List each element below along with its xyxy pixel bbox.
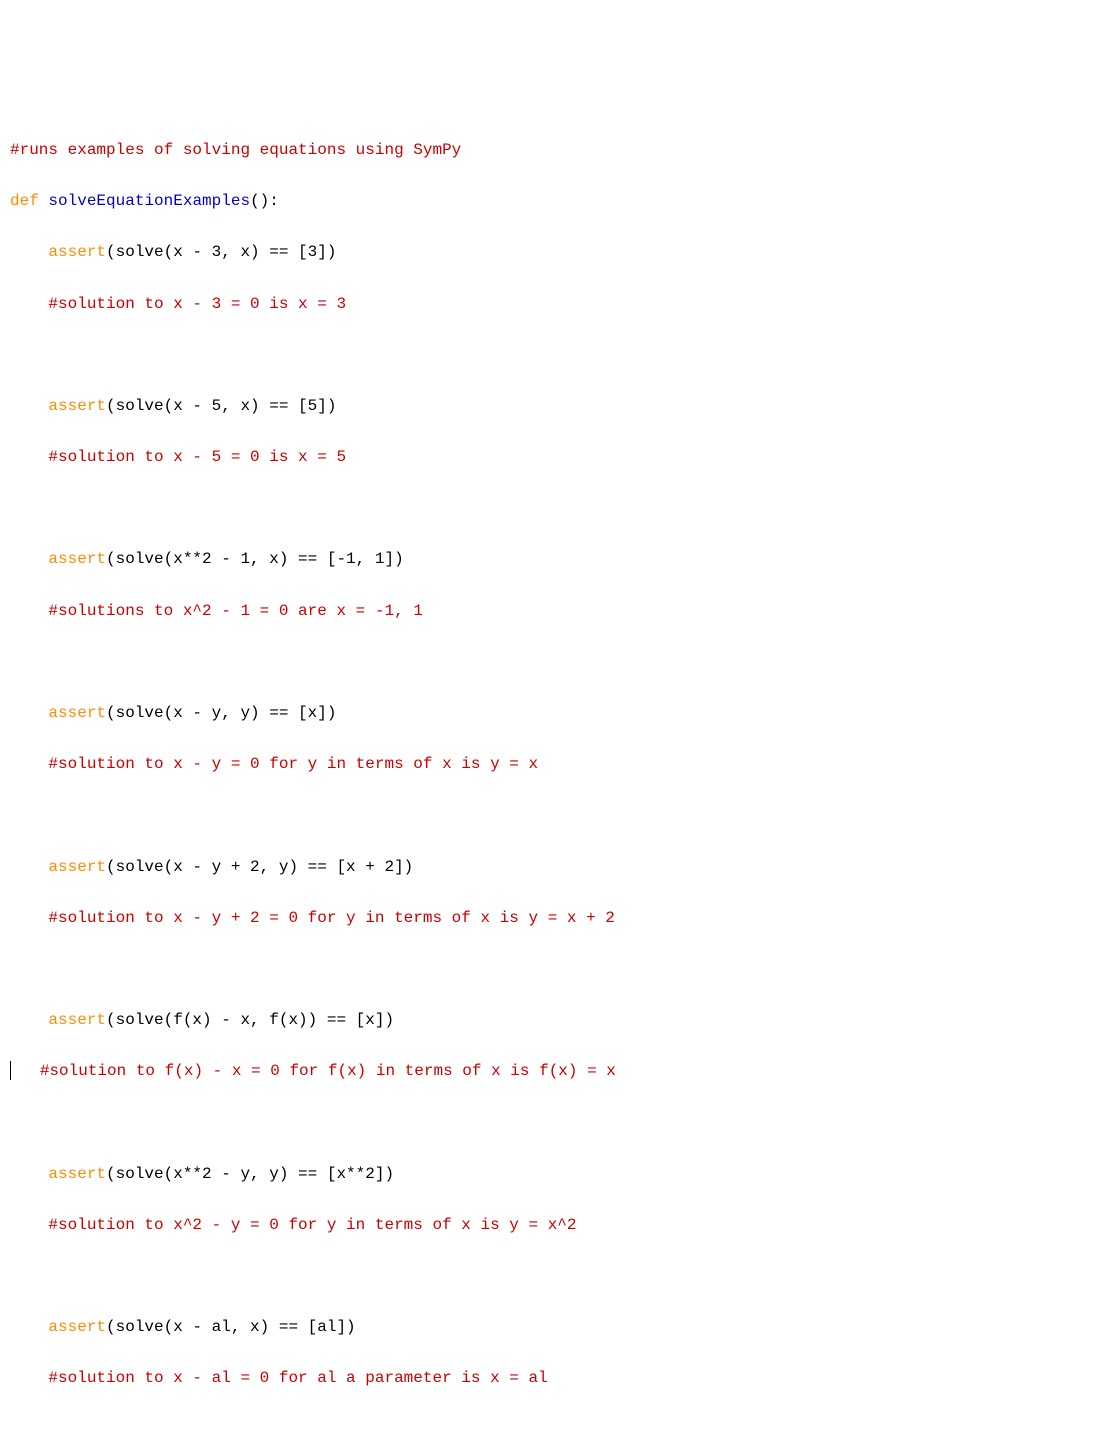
code-line: assert(solve(x**2 - 1, x) == [-1, 1]) — [10, 547, 1100, 573]
keyword-assert: assert — [48, 1318, 106, 1336]
keyword-assert: assert — [48, 397, 106, 415]
code-line: #solutions to x^2 - 1 = 0 are x = -1, 1 — [10, 599, 1100, 625]
code-line: assert(solve(x - 3, x) == [3]) — [10, 240, 1100, 266]
keyword-assert: assert — [48, 243, 106, 261]
comment-text: #solution to x - y = 0 for y in terms of… — [48, 755, 538, 773]
keyword-def: def — [10, 192, 39, 210]
code-text: (solve(x**2 - y, y) == [x**2]) — [106, 1165, 394, 1183]
code-line: #solution to x - y = 0 for y in terms of… — [10, 752, 1100, 778]
keyword-assert: assert — [48, 858, 106, 876]
code-text: (solve(x**2 - 1, x) == [-1, 1]) — [106, 550, 404, 568]
code-line: #solution to x - al = 0 for al a paramet… — [10, 1366, 1100, 1392]
comment-text: #solution to x - y + 2 = 0 for y in term… — [48, 909, 615, 927]
code-line: def solveEquationExamples(): — [10, 189, 1100, 215]
comment-text: #solution to f(x) - x = 0 for f(x) in te… — [40, 1062, 616, 1080]
code-line: assert(solve(x**2 - y, y) == [x**2]) — [10, 1162, 1100, 1188]
code-line: assert(solve(x - 5, x) == [5]) — [10, 394, 1100, 420]
code-text: (solve(x - 3, x) == [3]) — [106, 243, 336, 261]
code-line: assert(solve(f(x) - x, f(x)) == [x]) — [10, 1008, 1100, 1034]
code-line — [10, 343, 1100, 369]
comment-text: #solution to x - 5 = 0 is x = 5 — [48, 448, 346, 466]
code-text: (solve(x - y + 2, y) == [x + 2]) — [106, 858, 413, 876]
code-line: #solution to x - 3 = 0 is x = 3 — [10, 292, 1100, 318]
comment-text: #solutions to x^2 - 1 = 0 are x = -1, 1 — [48, 602, 422, 620]
code-line: assert(solve(x - y, y) == [x]) — [10, 701, 1100, 727]
code-line: assert(solve(x - al, x) == [al]) — [10, 1315, 1100, 1341]
comment-text: #solution to x - al = 0 for al a paramet… — [48, 1369, 547, 1387]
code-text: (solve(f(x) - x, f(x)) == [x]) — [106, 1011, 394, 1029]
code-line — [10, 1111, 1100, 1137]
code-line: #runs examples of solving equations usin… — [10, 138, 1100, 164]
code-block: #runs examples of solving equations usin… — [10, 112, 1100, 1436]
text-cursor — [10, 1061, 11, 1080]
comment-text: #solution to x^2 - y = 0 for y in terms … — [48, 1216, 576, 1234]
keyword-assert: assert — [48, 704, 106, 722]
keyword-assert: assert — [48, 1011, 106, 1029]
code-line — [10, 803, 1100, 829]
code-line — [10, 957, 1100, 983]
keyword-assert: assert — [48, 1165, 106, 1183]
comment-text: #runs examples of solving equations usin… — [10, 141, 461, 159]
keyword-assert: assert — [48, 550, 106, 568]
code-line: assert(solve(x - y + 2, y) == [x + 2]) — [10, 855, 1100, 881]
function-name: solveEquationExamples — [48, 192, 250, 210]
code-line — [10, 496, 1100, 522]
code-line: #solution to x^2 - y = 0 for y in terms … — [10, 1213, 1100, 1239]
code-text: (solve(x - y, y) == [x]) — [106, 704, 336, 722]
code-line: #solution to f(x) - x = 0 for f(x) in te… — [10, 1059, 1100, 1085]
code-text: (solve(x - 5, x) == [5]) — [106, 397, 336, 415]
code-line: #solution to x - y + 2 = 0 for y in term… — [10, 906, 1100, 932]
code-line — [10, 650, 1100, 676]
code-text: (solve(x - al, x) == [al]) — [106, 1318, 356, 1336]
code-line — [10, 1264, 1100, 1290]
code-text: (): — [250, 192, 279, 210]
code-line: #solution to x - 5 = 0 is x = 5 — [10, 445, 1100, 471]
comment-text: #solution to x - 3 = 0 is x = 3 — [48, 295, 346, 313]
code-line — [10, 1418, 1100, 1436]
